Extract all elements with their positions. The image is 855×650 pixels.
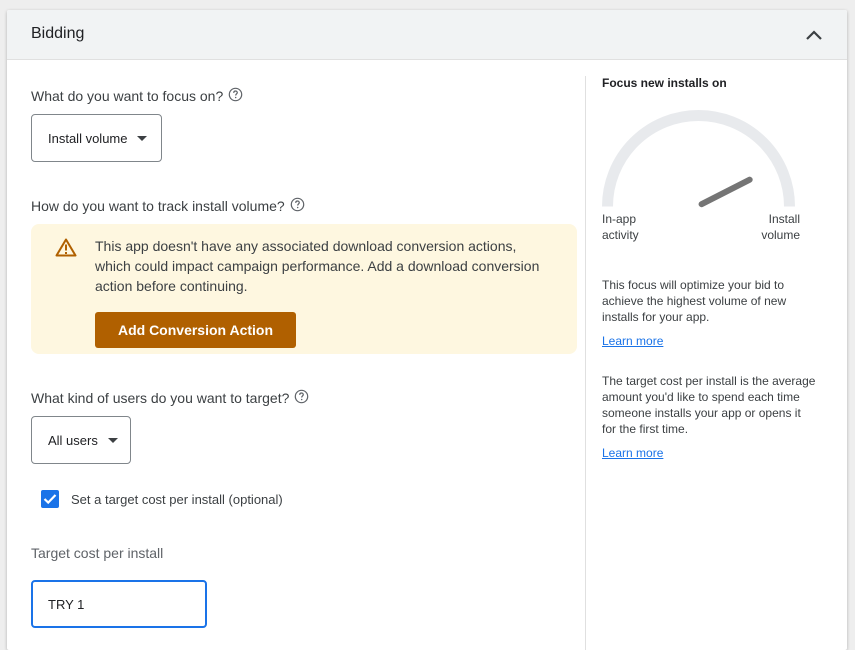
- users-dropdown-value: All users: [48, 432, 98, 448]
- checkmark-icon: [43, 494, 57, 505]
- focus-dropdown-value: Install volume: [48, 130, 128, 146]
- collapse-button[interactable]: [801, 22, 827, 48]
- side-panel-title: Focus new installs on: [602, 76, 727, 90]
- focus-question-label: What do you want to focus on?: [31, 88, 224, 104]
- track-question: How do you want to track install volume?: [31, 197, 305, 214]
- bidding-form: What do you want to focus on? Install vo…: [7, 60, 585, 650]
- chevron-up-icon: [806, 30, 822, 40]
- column-divider: [585, 76, 586, 650]
- target-cost-description: The target cost per install is the avera…: [602, 374, 816, 436]
- target-cost-checkbox-row[interactable]: Set a target cost per install (optional): [41, 490, 283, 508]
- target-cost-checkbox-label: Set a target cost per install (optional): [71, 491, 283, 507]
- bidding-header[interactable]: Bidding: [7, 10, 847, 60]
- users-question-label: What kind of users do you want to target…: [31, 390, 290, 406]
- target-cost-input[interactable]: [31, 580, 207, 628]
- target-cost-field-label: Target cost per install: [31, 545, 164, 561]
- learn-more-link-target-cost[interactable]: Learn more: [602, 446, 663, 460]
- caret-down-icon: [137, 135, 148, 141]
- learn-more-link-focus[interactable]: Learn more: [602, 334, 663, 348]
- gauge-right-label: Install volume: [761, 212, 800, 242]
- add-conversion-action-button[interactable]: Add Conversion Action: [95, 312, 296, 348]
- gauge-needle: [698, 176, 753, 208]
- warning-message: This app doesn't have any associated dow…: [95, 238, 540, 294]
- focus-gauge: [602, 110, 795, 208]
- warning-icon: [55, 238, 77, 262]
- help-icon[interactable]: [294, 389, 309, 404]
- side-panel: Focus new installs on In-app activity In…: [602, 76, 827, 460]
- gauge-track: [602, 110, 795, 207]
- focus-description: This focus will optimize your bid to ach…: [602, 278, 787, 324]
- focus-question: What do you want to focus on?: [31, 87, 243, 104]
- target-cost-checkbox[interactable]: [41, 490, 59, 508]
- users-dropdown[interactable]: All users: [31, 416, 131, 464]
- focus-dropdown[interactable]: Install volume: [31, 114, 162, 162]
- users-question: What kind of users do you want to target…: [31, 389, 309, 406]
- section-title: Bidding: [31, 25, 85, 42]
- help-icon[interactable]: [228, 87, 243, 102]
- track-question-label: How do you want to track install volume?: [31, 198, 285, 214]
- gauge-left-label: In-app activity: [602, 212, 639, 242]
- caret-down-icon: [107, 437, 118, 443]
- help-icon[interactable]: [290, 197, 305, 212]
- conversion-warning: This app doesn't have any associated dow…: [31, 224, 577, 354]
- bidding-card: Bidding What do you want to focus on? In…: [7, 10, 847, 650]
